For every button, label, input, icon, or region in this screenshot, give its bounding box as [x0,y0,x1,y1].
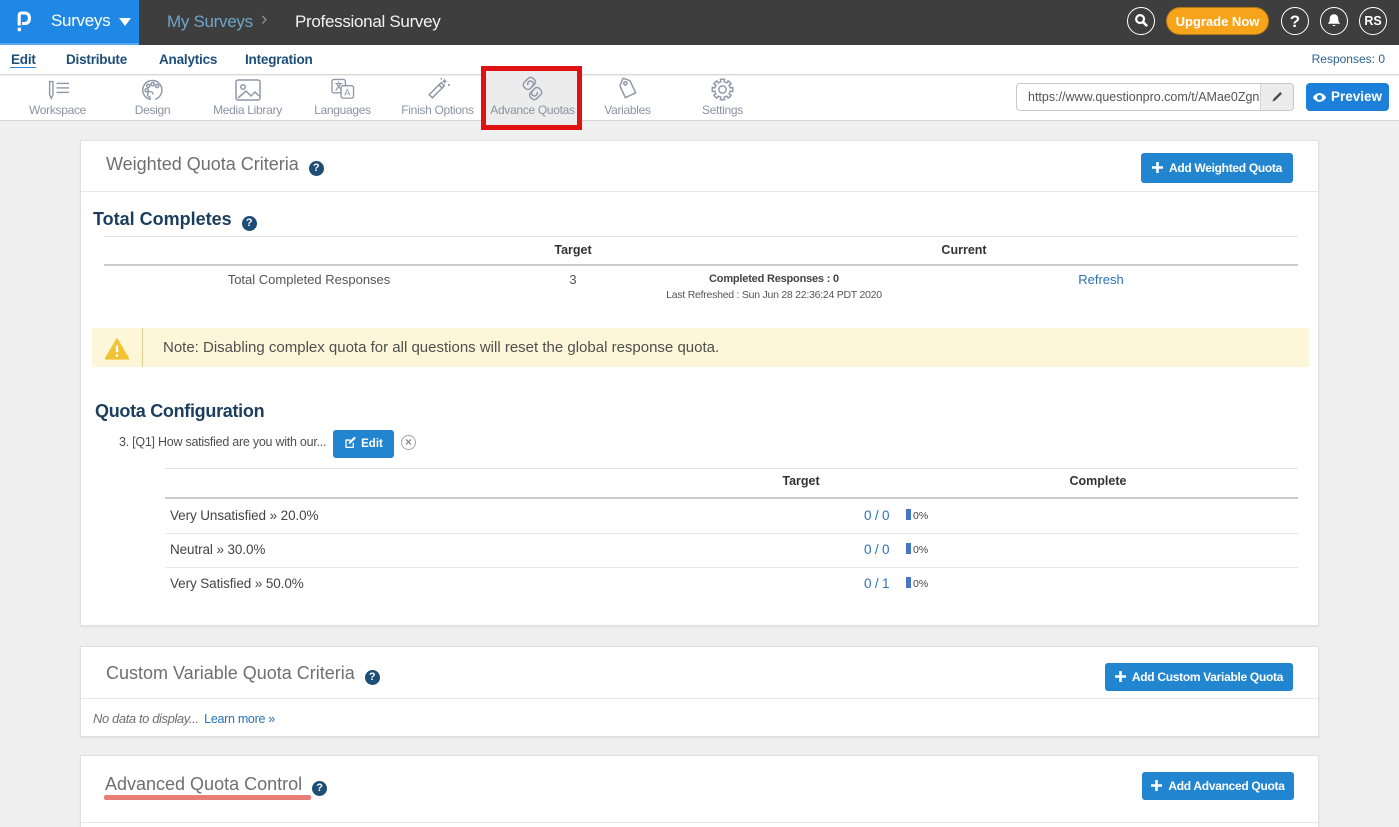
svg-text:A: A [344,88,351,98]
